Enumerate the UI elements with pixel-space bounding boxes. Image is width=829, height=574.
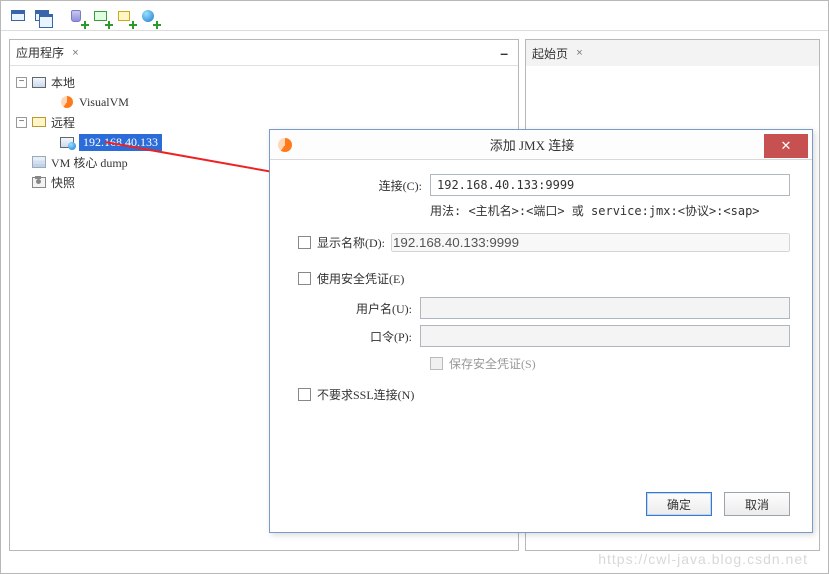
no-ssl-label: 不要求SSL连接(N) [317, 386, 414, 403]
button-label: 取消 [745, 496, 769, 513]
close-icon[interactable]: × [70, 47, 81, 58]
ok-button[interactable]: 确定 [646, 492, 712, 516]
tab-label: 应用程序 [16, 44, 64, 61]
tree-label: 192.168.40.133 [79, 134, 162, 151]
collapse-icon[interactable]: − [16, 117, 27, 128]
server-icon [59, 135, 75, 149]
close-icon[interactable]: × [574, 48, 585, 59]
snapshot-icon [31, 175, 47, 189]
main-toolbar [1, 1, 828, 31]
tab-applications[interactable]: 应用程序 × [16, 44, 81, 61]
dump-icon [31, 155, 47, 169]
tab-label: 起始页 [532, 45, 568, 62]
tree-label: VM 核心 dump [51, 154, 128, 171]
tab-start-page[interactable]: 起始页 × [532, 45, 585, 62]
dialog-icon [270, 138, 300, 152]
connection-input[interactable] [430, 174, 790, 196]
close-button[interactable]: ✕ [764, 134, 808, 158]
add-monitor-button[interactable] [89, 5, 111, 27]
open-window-button[interactable] [7, 5, 29, 27]
no-ssl-checkbox[interactable] [298, 388, 311, 401]
cancel-button[interactable]: 取消 [724, 492, 790, 516]
tree-label: 快照 [51, 174, 75, 191]
add-datasource-button[interactable] [65, 5, 87, 27]
save-credentials-checkbox [430, 357, 443, 370]
computer-icon [31, 75, 47, 89]
dialog-titlebar[interactable]: 添加 JMX 连接 ✕ [270, 130, 812, 160]
save-credentials-label: 保存安全凭证(S) [449, 355, 536, 372]
tree-node-visualvm[interactable]: VisualVM [14, 92, 514, 112]
password-input [420, 325, 790, 347]
collapse-icon[interactable]: − [16, 77, 27, 88]
add-global-button[interactable] [137, 5, 159, 27]
add-host-button[interactable] [113, 5, 135, 27]
remote-icon [31, 115, 47, 129]
tree-label: 本地 [51, 74, 75, 91]
use-credentials-label: 使用安全凭证(E) [317, 270, 404, 287]
connection-label: 连接(C): [292, 177, 422, 194]
open-windows-button[interactable] [31, 5, 53, 27]
display-name-label: 显示名称(D): [317, 234, 385, 251]
tree-label: 远程 [51, 114, 75, 131]
username-label: 用户名(U): [332, 300, 412, 317]
tree-node-local[interactable]: − 本地 [14, 72, 514, 92]
add-jmx-dialog: 添加 JMX 连接 ✕ 连接(C): 用法: <主机名>:<端口> 或 serv… [269, 129, 813, 533]
visualvm-icon [59, 95, 75, 109]
username-input [420, 297, 790, 319]
display-name-input [391, 233, 790, 252]
button-label: 确定 [667, 496, 691, 513]
minimize-button[interactable]: – [496, 45, 512, 61]
use-credentials-checkbox[interactable] [298, 272, 311, 285]
tree-label: VisualVM [79, 95, 129, 110]
password-label: 口令(P): [332, 328, 412, 345]
display-name-checkbox[interactable] [298, 236, 311, 249]
usage-hint: 用法: <主机名>:<端口> 或 service:jmx:<协议>:<sap> [430, 202, 790, 219]
dialog-title: 添加 JMX 连接 [300, 135, 764, 154]
